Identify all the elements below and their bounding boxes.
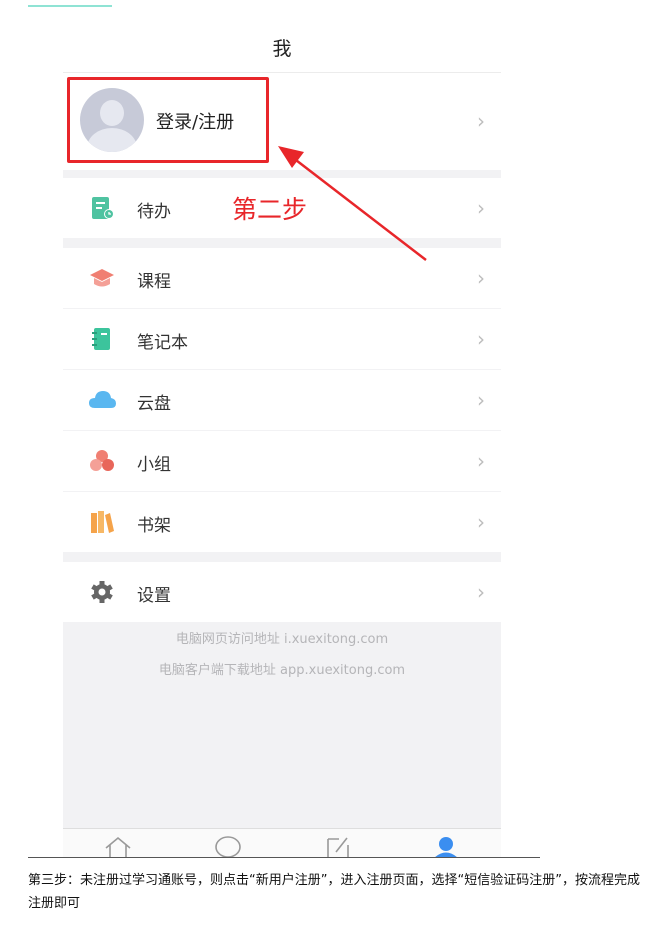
chevron-right-icon: ›	[477, 196, 485, 220]
notebook-icon	[92, 328, 110, 350]
web-address-text: 电脑网页访问地址 i.xuexitong.com	[175, 632, 389, 647]
footer-info: 电脑网页访问地址 i.xuexitong.com 电脑客户端下载地址 app.x…	[63, 624, 501, 686]
annotation-step-label: 第二步	[232, 195, 308, 224]
menu-item-group[interactable]: 小组 ›	[63, 431, 501, 491]
menu-item-label: 小组	[137, 455, 171, 475]
note-edit-icon[interactable]	[323, 835, 353, 857]
page-title: 我	[272, 38, 292, 60]
menu-item-label: 云盘	[137, 394, 171, 414]
chevron-right-icon: ›	[477, 388, 485, 412]
course-icon	[90, 269, 114, 287]
bottom-tab-bar	[63, 828, 501, 857]
chevron-right-icon: ›	[477, 449, 485, 473]
page-header: 我	[63, 22, 501, 73]
menu-item-label: 笔记本	[137, 333, 188, 353]
chevron-right-icon: ›	[477, 510, 485, 534]
menu-item-label: 课程	[137, 272, 171, 292]
menu-item-label: 设置	[137, 586, 171, 606]
message-icon[interactable]	[213, 835, 243, 857]
divider-line	[28, 857, 540, 858]
menu-item-label: 书架	[137, 516, 171, 536]
chevron-right-icon: ›	[477, 327, 485, 351]
step-caption: 第三步：未注册过学习通账号，则点击“新用户注册”，进入注册页面，选择“短信验证码…	[28, 873, 640, 911]
top-accent-line	[28, 5, 112, 7]
chevron-right-icon: ›	[477, 580, 485, 604]
menu-item-bookshelf[interactable]: 书架 ›	[63, 492, 501, 552]
chevron-right-icon: ›	[477, 266, 485, 290]
menu-item-label: 待办	[137, 202, 171, 222]
chevron-right-icon: ›	[477, 109, 485, 133]
highlight-box	[67, 77, 269, 163]
group-icon	[90, 450, 114, 471]
bookshelf-icon	[91, 511, 114, 533]
client-download-text: 电脑客户端下载地址 app.xuexitong.com	[158, 663, 406, 678]
me-icon[interactable]	[431, 835, 461, 857]
todo-icon	[92, 197, 114, 219]
menu-item-cloud-disk[interactable]: 云盘 ›	[63, 370, 501, 430]
menu-item-notebook[interactable]: 笔记本 ›	[63, 309, 501, 369]
cloud-icon	[89, 391, 116, 408]
home-icon[interactable]	[103, 835, 133, 857]
gear-icon	[91, 581, 113, 603]
menu-item-settings[interactable]: 设置 ›	[63, 562, 501, 622]
